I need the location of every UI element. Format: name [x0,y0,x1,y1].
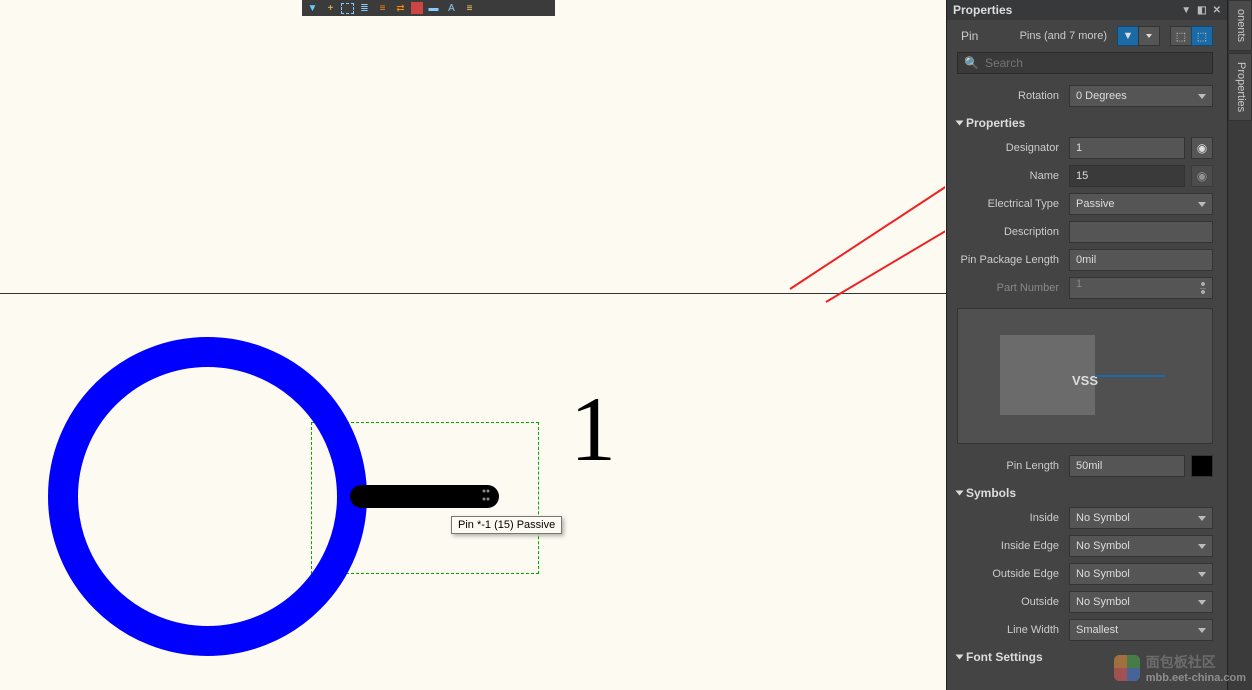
rotation-label: Rotation [957,90,1063,102]
inside-edge-label: Inside Edge [957,540,1063,552]
pin-package-length-label: Pin Package Length [957,254,1063,266]
close-icon[interactable]: ✕ [1213,5,1221,16]
list-icon[interactable]: ≡ [462,2,477,15]
name-label: Name [957,170,1063,182]
rotation-select[interactable]: 0 Degrees [1069,85,1213,107]
filter-dropdown-button[interactable] [1138,26,1160,46]
outside-select[interactable]: No Symbol [1069,591,1213,613]
sidetab-components[interactable]: onents [1228,0,1252,51]
search-box[interactable]: 🔍 [957,52,1213,74]
floating-toolbar: ▼ + ≣ ≡ ⇄ ▬ A ≡ [302,0,555,16]
line-width-select[interactable]: Smallest [1069,619,1213,641]
sidetab-properties[interactable]: Properties [1228,53,1252,121]
pin-package-length-input[interactable] [1069,249,1213,271]
filter-button[interactable]: ▼ [1117,26,1139,46]
panel-titlebar[interactable]: Properties ▼ ◧ ✕ [947,0,1227,20]
designator-input[interactable] [1069,137,1185,159]
line-width-label: Line Width [957,624,1063,636]
schematic-canvas[interactable]: ▼ + ≣ ≡ ⇄ ▬ A ≡ 1 Pin *-1 (15) Passive [0,0,946,690]
preview-chip-label: VSS [958,373,1212,388]
outside-edge-select[interactable]: No Symbol [1069,563,1213,585]
outside-label: Outside [957,596,1063,608]
section-symbols[interactable]: Symbols [947,480,1223,504]
selection-scope: Pins (and 7 more) [984,30,1111,42]
inside-edge-select[interactable]: No Symbol [1069,535,1213,557]
section-font-settings[interactable]: Font Settings [947,644,1223,668]
pin-color-swatch[interactable] [1191,455,1213,477]
pin-icon[interactable]: ▼ [1181,5,1191,16]
plus-icon[interactable]: + [323,2,338,15]
search-input[interactable] [985,56,1206,70]
table-icon[interactable]: ▬ [426,2,441,15]
search-icon: 🔍 [964,56,979,70]
filter-icon[interactable]: ▼ [305,2,320,15]
outside-edge-label: Outside Edge [957,568,1063,580]
select-same-button[interactable]: ⬚ [1170,26,1192,46]
electrical-type-select[interactable]: Passive [1069,193,1213,215]
part-number-spinner[interactable]: 1 [1069,277,1213,299]
pin-tooltip: Pin *-1 (15) Passive [451,516,562,534]
description-input[interactable] [1069,221,1213,243]
object-type-label: Pin [961,29,978,43]
description-label: Description [957,226,1063,238]
designator-label: Designator [957,142,1063,154]
pin-body[interactable] [350,485,499,508]
color-icon[interactable] [411,2,423,14]
name-input[interactable] [1069,165,1185,187]
properties-panel: Properties ▼ ◧ ✕ Pin Pins (and 7 more) ▼… [946,0,1227,690]
section-properties[interactable]: Properties [947,110,1223,134]
component-circle[interactable] [48,337,367,656]
pin-preview: VSS [957,308,1213,444]
center-icon[interactable]: ≡ [375,2,390,15]
canvas-axis-line [0,293,946,294]
inside-label: Inside [957,512,1063,524]
dock-icon[interactable]: ◧ [1197,5,1206,16]
inside-select[interactable]: No Symbol [1069,507,1213,529]
name-visible-toggle[interactable]: ◉ [1191,165,1213,187]
text-icon[interactable]: A [444,2,459,15]
pin-length-input[interactable] [1069,455,1185,477]
electrical-type-label: Electrical Type [957,198,1063,210]
select-connected-button[interactable]: ⬚ [1191,26,1213,46]
swap-icon[interactable]: ⇄ [393,2,408,15]
rect-icon[interactable] [341,3,354,14]
designator-visible-toggle[interactable]: ◉ [1191,137,1213,159]
panel-title: Properties [953,3,1181,17]
side-tab-strip: onents Properties [1227,0,1252,690]
align-icon[interactable]: ≣ [357,2,372,15]
pin-number-label: 1 [570,376,616,482]
part-number-label: Part Number [957,282,1063,294]
pin-length-label: Pin Length [957,460,1063,472]
